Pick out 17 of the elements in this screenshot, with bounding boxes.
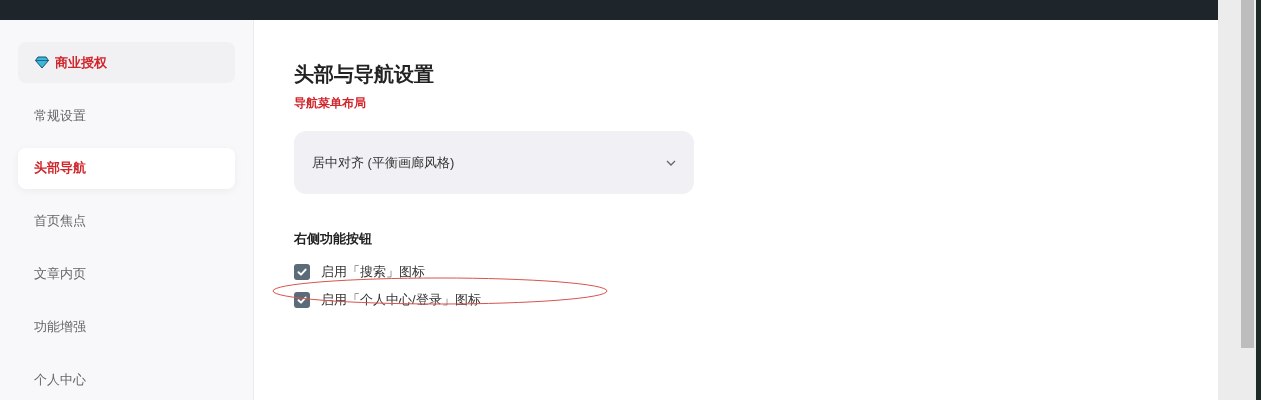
- group-title: 右侧功能按钮: [294, 230, 373, 248]
- checkbox[interactable]: [294, 291, 310, 308]
- checkbox-label: 启用「搜索」图标: [321, 262, 425, 281]
- sidebar-item[interactable]: 文章内页: [18, 253, 235, 295]
- sidebar-item[interactable]: 首页焦点: [18, 200, 235, 242]
- sidebar-item[interactable]: 头部导航: [18, 147, 235, 189]
- section-label: 导航菜单布局: [294, 95, 367, 112]
- diamond-icon: [35, 55, 49, 69]
- scrollbar-thumb[interactable]: [1241, 0, 1254, 348]
- sidebar-item[interactable]: 功能增强: [18, 306, 235, 348]
- sidebar-item[interactable]: 个人中心: [18, 359, 235, 400]
- page-title: 头部与导航设置: [294, 62, 435, 87]
- sidebar-item[interactable]: 常规设置: [18, 94, 235, 136]
- layout-dropdown[interactable]: 居中对齐 (平衡画廊风格): [294, 131, 694, 194]
- license-item[interactable]: 商业授权: [18, 42, 235, 83]
- checkbox[interactable]: [294, 263, 310, 280]
- chevron-down-icon: [666, 159, 676, 166]
